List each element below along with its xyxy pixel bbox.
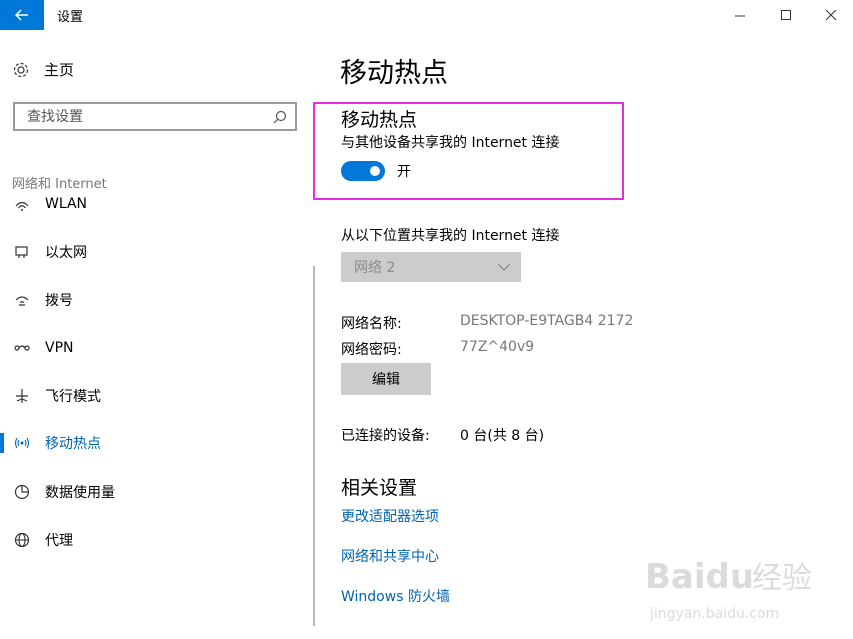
ethernet-icon xyxy=(12,242,32,262)
toggle-knob xyxy=(370,166,380,176)
globe-icon xyxy=(12,530,32,550)
hotspot-section-title: 移动热点 xyxy=(341,109,418,131)
link-sharing-center[interactable]: 网络和共享中心 xyxy=(341,546,439,566)
sidebar-item-hotspot[interactable]: 移动热点 xyxy=(12,431,101,455)
window-title: 设置 xyxy=(57,10,84,25)
sidebar-item-label: 数据使用量 xyxy=(45,485,115,501)
edit-button[interactable]: 编辑 xyxy=(341,363,431,395)
back-arrow-icon xyxy=(15,9,28,21)
page-title: 移动热点 xyxy=(340,58,448,89)
active-indicator xyxy=(0,433,4,453)
toggle-state-label: 开 xyxy=(397,164,411,180)
connected-devices-label: 已连接的设备: xyxy=(341,428,430,444)
wifi-icon xyxy=(12,194,32,214)
related-settings-title: 相关设置 xyxy=(341,477,418,499)
maximize-button[interactable] xyxy=(763,0,809,30)
sidebar-section-label: 网络和 Internet xyxy=(12,177,107,192)
svg-text:jingyan.baidu.com: jingyan.baidu.com xyxy=(649,606,779,622)
sidebar-item-data-usage[interactable]: 数据使用量 xyxy=(12,480,115,504)
search-box[interactable] xyxy=(13,102,297,131)
sidebar-item-label: 以太网 xyxy=(45,245,87,261)
sidebar-item-label: 代理 xyxy=(45,533,73,549)
maximize-icon xyxy=(780,9,791,20)
sidebar-item-airplane[interactable]: 飞行模式 xyxy=(12,384,101,408)
dropdown-value: 网络 2 xyxy=(354,260,396,276)
sidebar-item-vpn[interactable]: VPN xyxy=(12,336,74,360)
home-label: 主页 xyxy=(44,61,75,79)
minimize-button[interactable] xyxy=(717,0,763,30)
network-password-value: 77Z^40v9 xyxy=(460,339,535,355)
sidebar-item-proxy[interactable]: 代理 xyxy=(12,528,73,552)
sidebar-item-label: WLAN xyxy=(45,196,88,212)
vpn-icon xyxy=(12,338,32,358)
hotspot-toggle[interactable] xyxy=(341,161,385,181)
data-usage-icon xyxy=(12,482,32,502)
dialup-icon xyxy=(12,290,32,310)
svg-text:Baidu: Baidu xyxy=(645,557,754,597)
sidebar-item-label: 飞行模式 xyxy=(45,389,101,405)
network-password-label: 网络密码: xyxy=(341,342,402,358)
search-input[interactable] xyxy=(25,107,269,126)
airplane-icon xyxy=(12,386,32,406)
sidebar-item-label: 拨号 xyxy=(45,293,73,309)
sidebar-item-label: 移动热点 xyxy=(45,436,101,452)
chevron-down-icon xyxy=(497,263,511,271)
gear-icon xyxy=(13,62,29,77)
scrollbar[interactable] xyxy=(313,266,315,626)
minimize-icon xyxy=(734,15,745,16)
sidebar-item-wlan[interactable]: WLAN xyxy=(12,192,87,216)
network-name-value: DESKTOP-E9TAGB4 2172 xyxy=(460,313,634,329)
sidebar-item-ethernet[interactable]: 以太网 xyxy=(12,240,87,264)
sidebar-item-dialup[interactable]: 拨号 xyxy=(12,288,73,312)
sidebar-home[interactable]: 主页 xyxy=(12,59,74,80)
search-icon[interactable] xyxy=(273,110,287,124)
share-connection-label: 与其他设备共享我的 Internet 连接 xyxy=(341,135,560,151)
share-from-dropdown[interactable]: 网络 2 xyxy=(341,252,521,282)
back-button[interactable] xyxy=(0,0,44,30)
baidu-watermark: Baidu 经验 jingyan.baidu.com xyxy=(640,540,840,630)
close-icon xyxy=(825,9,836,20)
hotspot-icon xyxy=(12,433,32,453)
connected-devices-value: 0 台(共 8 台) xyxy=(460,428,545,444)
sidebar-item-label: VPN xyxy=(45,340,74,356)
link-firewall[interactable]: Windows 防火墙 xyxy=(341,586,450,606)
share-from-label: 从以下位置共享我的 Internet 连接 xyxy=(341,228,560,244)
network-name-label: 网络名称: xyxy=(341,316,402,332)
close-button[interactable] xyxy=(808,0,853,30)
svg-text:经验: 经验 xyxy=(752,561,812,596)
link-adapter-options[interactable]: 更改适配器选项 xyxy=(341,506,439,526)
